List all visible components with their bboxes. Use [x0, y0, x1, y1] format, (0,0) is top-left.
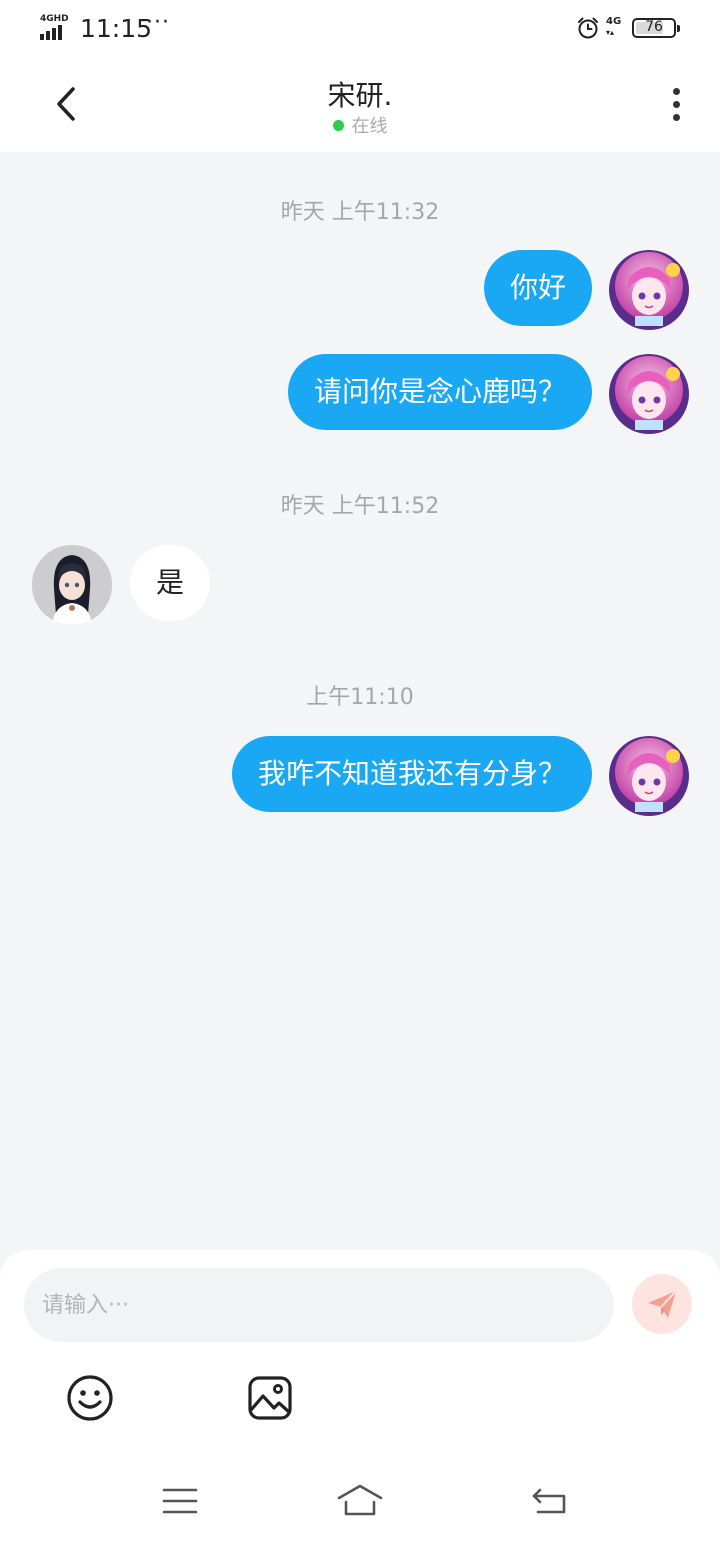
status-time: 11:15 — [80, 14, 153, 43]
status-more-dots: ··· — [146, 10, 170, 35]
send-button[interactable] — [632, 1274, 692, 1334]
more-vertical-icon — [672, 87, 680, 95]
my-avatar[interactable] — [609, 354, 689, 434]
return-icon[interactable] — [530, 1486, 568, 1516]
anime-pink-hair-avatar-icon — [609, 250, 689, 330]
message-timestamp: 昨天 上午11:32 — [280, 200, 440, 225]
outgoing-message-bubble[interactable]: 我咋不知道我还有分身？ — [231, 736, 592, 812]
online-status-label: 在线 — [351, 116, 388, 137]
message-input[interactable] — [24, 1268, 614, 1342]
status-bar: 4GHD 11:15 ··· 4G ▾▴ 76 — [0, 0, 720, 56]
incoming-message-bubble[interactable]: 是 — [130, 545, 211, 621]
chat-header: 宋研. 在线 — [0, 56, 720, 152]
smiley-icon[interactable] — [66, 1374, 114, 1422]
menu-icon[interactable] — [162, 1486, 198, 1516]
message-timestamp: 上午11:10 — [306, 685, 414, 710]
data-type-indicator: 4G ▾▴ — [606, 16, 622, 37]
alarm-icon — [578, 17, 598, 39]
online-dot-icon — [332, 120, 344, 131]
home-icon[interactable] — [336, 1482, 384, 1518]
contact-name: 宋研. — [327, 79, 393, 112]
anime-pink-hair-avatar-icon — [609, 736, 689, 816]
more-options-button[interactable] — [660, 82, 692, 126]
online-status: 在线 — [0, 112, 720, 138]
my-avatar[interactable] — [609, 736, 689, 816]
paper-plane-icon — [648, 1290, 677, 1318]
anime-pink-hair-avatar-icon — [609, 354, 689, 434]
outgoing-message-bubble[interactable]: 请问你是念心鹿吗？ — [287, 354, 592, 430]
image-icon[interactable] — [246, 1374, 294, 1422]
battery-icon: 76 — [632, 18, 680, 38]
contact-avatar[interactable] — [32, 545, 112, 625]
network-type: 4GHD — [40, 14, 69, 24]
anime-dark-hair-avatar-icon — [32, 545, 112, 625]
message-timestamp: 昨天 上午11:52 — [280, 494, 440, 519]
my-avatar[interactable] — [609, 250, 689, 330]
signal-icon: 4GHD — [40, 14, 72, 40]
battery-level: 76 — [645, 19, 663, 35]
outgoing-message-bubble[interactable]: 你好 — [483, 250, 592, 326]
